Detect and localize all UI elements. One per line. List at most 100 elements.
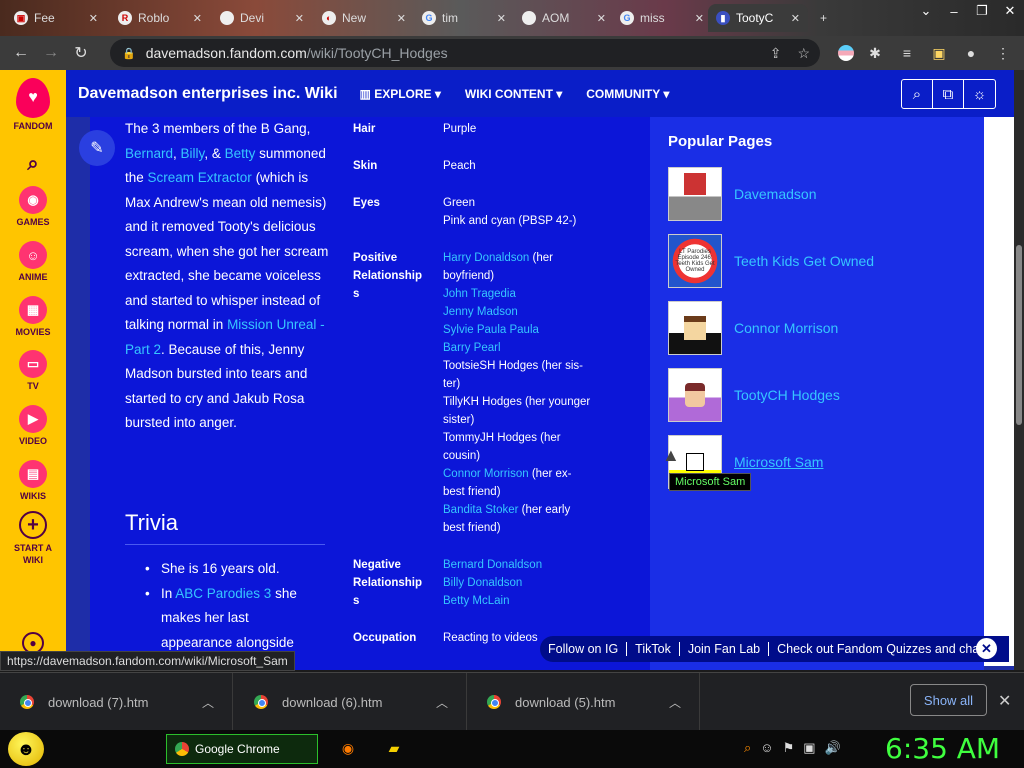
search-button[interactable]: ⌕ <box>0 150 66 181</box>
share-icon[interactable]: ⇪ <box>770 45 782 62</box>
link-bandita-stoker[interactable]: Bandita Stoker <box>443 504 518 516</box>
fandom-logo[interactable]: ♥ FANDOM <box>0 78 66 131</box>
popular-page-item[interactable]: Connor Morrison <box>668 301 838 355</box>
tiktok-link[interactable]: TikTok <box>627 642 680 656</box>
flag-icon[interactable]: ⚑ <box>783 740 795 756</box>
firefox-icon[interactable]: ◉ <box>338 738 358 758</box>
close-tab-icon[interactable]: ✕ <box>597 12 606 25</box>
reading-list-icon[interactable]: ≡ <box>896 42 918 64</box>
link-scream-extractor[interactable]: Scream Extractor <box>148 170 252 185</box>
link-john-tragedia[interactable]: John Tragedia <box>443 288 516 300</box>
link-bernard[interactable]: Bernard <box>125 146 173 161</box>
bookmark-star-icon[interactable]: ☆ <box>797 45 810 62</box>
download-item[interactable]: download (5).htm ︿ <box>467 673 700 731</box>
volume-icon[interactable]: 🔊 <box>825 740 841 756</box>
popular-page-item[interactable]: TootyCH Hodges <box>668 368 840 422</box>
rail-movies[interactable]: ▦ MOVIES <box>0 296 66 337</box>
chevron-down-icon[interactable]: ⌄ <box>912 0 940 22</box>
nav-explore[interactable]: ▥ EXPLORE ▾ <box>360 87 441 101</box>
theme-toggle-icon[interactable]: ☼ <box>964 80 995 108</box>
close-tab-icon[interactable]: ✕ <box>193 12 202 25</box>
forward-icon[interactable]: → <box>36 38 66 68</box>
link-billy[interactable]: Billy <box>181 146 205 161</box>
link-jenny-madson[interactable]: Jenny Madson <box>443 306 518 318</box>
quizzes-link[interactable]: Check out Fandom Quizzes and cha <box>769 642 1009 656</box>
link-betty-mclain[interactable]: Betty McLain <box>443 595 509 607</box>
close-tab-icon[interactable]: ✕ <box>791 12 800 25</box>
rail-tv[interactable]: ▭ TV <box>0 350 66 391</box>
link-sylvie-paula-paula[interactable]: Sylvie Paula Paula <box>443 324 539 336</box>
discussions-icon[interactable]: ⧉ <box>933 80 964 108</box>
tab-active[interactable]: ▮ TootyC ✕ <box>708 4 808 32</box>
popular-page-link[interactable]: Davemadson <box>734 186 817 202</box>
menu-kebab-icon[interactable]: ⋮ <box>992 42 1014 64</box>
back-icon[interactable]: ← <box>6 38 36 68</box>
lock-icon[interactable]: 🔒 <box>122 47 136 60</box>
follow-ig-link[interactable]: Follow on IG <box>540 642 628 656</box>
popular-page-item[interactable]: Davemadson <box>668 167 817 221</box>
address-bar[interactable]: 🔒 davemadson.fandom.com/wiki/TootyCH_Hod… <box>110 39 820 67</box>
tab-6[interactable]: AOM ✕ <box>514 4 614 32</box>
tab-2[interactable]: R Roblo ✕ <box>110 4 210 32</box>
scrollbar-thumb[interactable] <box>1016 245 1022 425</box>
popular-page-item[interactable]: LT Parodies Episode 246: Teeth Kids Get … <box>668 234 874 288</box>
file-explorer-icon[interactable]: ▰ <box>384 738 404 758</box>
extensions-puzzle-icon[interactable]: ✱ <box>864 42 886 64</box>
tab-4[interactable]: ◐ New ✕ <box>314 4 414 32</box>
side-panel-icon[interactable]: ▣ <box>928 42 950 64</box>
reload-icon[interactable]: ↻ <box>66 38 96 68</box>
new-tab-button[interactable]: + <box>812 4 840 32</box>
rail-video[interactable]: ▶ VIDEO <box>0 405 66 446</box>
emoji-tray-icon[interactable]: ☺ <box>760 740 773 756</box>
fan-lab-link[interactable]: Join Fan Lab <box>680 642 770 656</box>
edit-pencil-icon[interactable]: ✎ <box>79 130 115 166</box>
close-tab-icon[interactable]: ✕ <box>89 12 98 25</box>
network-icon[interactable]: ▣ <box>803 740 815 756</box>
restore-icon[interactable]: ❐ <box>968 0 996 22</box>
page-scrollbar[interactable] <box>1014 70 1024 670</box>
close-shelf-icon[interactable]: ✕ <box>998 691 1011 711</box>
link-barry-pearl[interactable]: Barry Pearl <box>443 342 501 354</box>
show-all-button[interactable]: Show all <box>910 684 987 716</box>
popular-page-link[interactable]: TootyCH Hodges <box>734 387 840 403</box>
close-tab-icon[interactable]: ✕ <box>497 12 506 25</box>
nav-wiki-content[interactable]: WIKI CONTENT ▾ <box>465 87 562 101</box>
close-tab-icon[interactable]: ✕ <box>295 12 304 25</box>
popular-page-link[interactable]: Connor Morrison <box>734 320 838 336</box>
close-follow-bar-icon[interactable]: ✕ <box>976 638 997 659</box>
link-connor-morrison[interactable]: Connor Morrison <box>443 468 529 480</box>
rail-anime[interactable]: ☺ ANIME <box>0 241 66 282</box>
popular-page-link[interactable]: Microsoft Sam <box>734 454 823 470</box>
close-tab-icon[interactable]: ✕ <box>397 12 406 25</box>
start-button-smiley-icon[interactable]: ☻ <box>8 732 44 766</box>
tab-7[interactable]: Gmiss ✕ <box>612 4 712 32</box>
popular-page-link[interactable]: Teeth Kids Get Owned <box>734 253 874 269</box>
close-tab-icon[interactable]: ✕ <box>695 12 704 25</box>
close-window-icon[interactable]: ✕ <box>996 0 1024 22</box>
wiki-name[interactable]: Davemadson enterprises inc. Wiki <box>78 85 338 103</box>
link-betty[interactable]: Betty <box>225 146 256 161</box>
rail-wikis[interactable]: ▤ WIKIS <box>0 460 66 501</box>
tab-1[interactable]: ▣ Fee ✕ <box>6 4 106 32</box>
nav-community[interactable]: COMMUNITY ▾ <box>586 87 669 101</box>
link-bernard-donaldson[interactable]: Bernard Donaldson <box>443 559 542 571</box>
rail-games[interactable]: ◉ GAMES <box>0 186 66 227</box>
download-item[interactable]: download (7).htm ︿ <box>0 673 233 731</box>
profile-flag-icon[interactable] <box>838 45 854 61</box>
minimize-icon[interactable]: – <box>940 0 968 22</box>
chevron-up-icon[interactable]: ︿ <box>436 694 448 711</box>
download-item[interactable]: download (6).htm ︿ <box>234 673 467 731</box>
tab-5[interactable]: Gtim ✕ <box>414 4 514 32</box>
link-abc-parodies-3[interactable]: ABC Parodies 3 <box>175 586 271 601</box>
chevron-up-icon[interactable]: ︿ <box>202 694 214 711</box>
search-icon[interactable]: ⌕ <box>902 80 933 108</box>
link-billy-donaldson[interactable]: Billy Donaldson <box>443 577 522 589</box>
profile-avatar-icon[interactable]: ● <box>960 42 982 64</box>
taskbar-clock[interactable]: 6:35 AM <box>885 732 1000 765</box>
link-harry-donaldson[interactable]: Harry Donaldson <box>443 252 529 264</box>
taskbar-chrome-button[interactable]: Google Chrome <box>166 734 318 764</box>
rail-start-wiki[interactable]: + START A WIKI <box>0 511 66 566</box>
tab-3[interactable]: Devi ✕ <box>212 4 312 32</box>
search-tray-icon[interactable]: ⌕ <box>744 740 751 756</box>
chevron-up-icon[interactable]: ︿ <box>669 694 681 711</box>
